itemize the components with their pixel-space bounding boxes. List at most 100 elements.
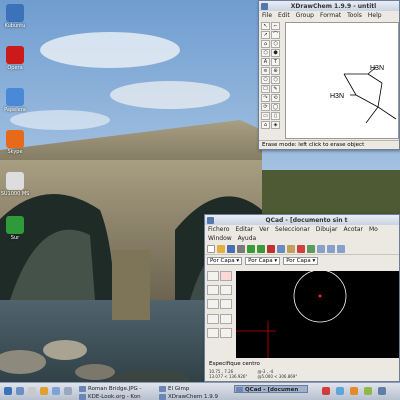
home-icon[interactable] — [16, 387, 24, 395]
circle-radius-icon[interactable] — [220, 299, 232, 310]
zoom-out-icon[interactable] — [327, 244, 335, 253]
menu-fichero[interactable]: Fichero — [205, 226, 232, 233]
color-select[interactable]: Por Capa ▾ — [207, 256, 243, 265]
menu-ayuda[interactable]: Ayuda — [235, 235, 260, 242]
tray-volume-icon[interactable] — [350, 387, 358, 395]
new-icon[interactable] — [207, 244, 215, 253]
app-icon — [261, 2, 268, 10]
tool-button[interactable]: ⌒ — [271, 31, 280, 39]
pen-icon[interactable] — [297, 244, 305, 253]
menu-acotar[interactable]: Acotar — [341, 226, 366, 233]
tool-button[interactable]: ⟳ — [261, 103, 270, 111]
menu-modificar[interactable]: Mo — [366, 226, 381, 233]
taskbar-button[interactable]: XDrawChem 1.9.9 — [158, 393, 232, 400]
menu-file[interactable]: File — [259, 12, 275, 19]
tool-button[interactable]: ◯ — [271, 103, 280, 111]
linewidth-select[interactable]: Por Capa ▾ — [283, 256, 319, 265]
menu-format[interactable]: Format — [317, 12, 344, 19]
tool-button[interactable]: ↷ — [261, 94, 270, 102]
menu-group[interactable]: Group — [293, 12, 317, 19]
circle-tangent-3-icon[interactable] — [207, 327, 219, 338]
menu-ver[interactable]: Ver — [256, 226, 272, 233]
tray-network-icon[interactable] — [336, 387, 344, 395]
desktop-icon-opera[interactable]: Opera — [1, 46, 29, 71]
circle-tangent-2-icon[interactable] — [220, 313, 232, 324]
tool-button[interactable]: ⬢ — [271, 49, 280, 57]
circle-tangent-icon[interactable] — [207, 299, 219, 310]
tool-button[interactable]: ⬡ — [261, 49, 270, 57]
circle-3p-icon[interactable] — [220, 285, 232, 296]
tool-button[interactable]: ☐ — [261, 85, 270, 93]
desktop-icon[interactable] — [28, 387, 36, 395]
desktop-icon-su1000-ms[interactable]: SU1000 MS — [1, 172, 29, 197]
circle-center-point-icon[interactable] — [220, 271, 232, 281]
redo-icon[interactable] — [257, 244, 265, 253]
tool-button[interactable]: ≋ — [261, 67, 270, 75]
tool-button[interactable]: ⌂ — [261, 121, 270, 129]
zoom-window-icon[interactable] — [337, 244, 345, 253]
tool-button[interactable]: ⬠ — [261, 76, 270, 84]
app-icon — [6, 172, 24, 190]
tray-update-icon[interactable] — [364, 387, 372, 395]
print-icon[interactable] — [237, 244, 245, 253]
tool-button[interactable]: ⬡ — [271, 76, 280, 84]
linetype-select[interactable]: Por Capa ▾ — [245, 256, 281, 265]
tool-button[interactable]: ✎ — [271, 85, 280, 93]
pager-2-icon[interactable] — [64, 387, 72, 395]
copy-icon[interactable] — [277, 244, 285, 253]
concentric-icon[interactable] — [207, 313, 219, 324]
cut-icon[interactable] — [267, 244, 275, 253]
tool-button[interactable]: ⬡ — [271, 40, 280, 48]
menu-editar[interactable]: Editar — [232, 226, 256, 233]
tool-button[interactable]: ▭ — [261, 112, 270, 120]
tray-app-icon[interactable] — [322, 387, 330, 395]
menu-help[interactable]: Help — [365, 12, 385, 19]
menu-window[interactable]: Window — [205, 235, 235, 242]
kmenu-icon[interactable] — [4, 387, 12, 395]
tool-button[interactable]: ↖ — [261, 22, 270, 30]
circle-2p-icon[interactable] — [207, 285, 219, 296]
tray-clock-icon[interactable] — [378, 387, 386, 395]
qcad-window[interactable]: QCad - [documento sin t Fichero Editar V… — [204, 214, 400, 382]
xdrawchem-window[interactable]: XDrawChem 1.9.9 - untitl File Edit Group… — [258, 0, 400, 150]
qcad-titlebar[interactable]: QCad - [documento sin t — [205, 215, 399, 225]
paste-icon[interactable] — [287, 244, 295, 253]
back-arrow-icon[interactable] — [207, 271, 219, 281]
desktop-icon-kubuntu[interactable]: Kubuntu — [1, 4, 29, 29]
taskbar-button[interactable]: QCad - [documen — [234, 385, 308, 393]
tool-button[interactable]: ▯ — [271, 112, 280, 120]
taskbar-button[interactable]: KDE-Look.org - Kon — [78, 393, 152, 400]
tool-button[interactable]: ⌐ — [271, 22, 280, 30]
tool-button[interactable]: A — [261, 58, 270, 66]
xdrawchem-canvas[interactable]: H3N H3N — [285, 22, 399, 139]
h3n-label-left: H3N — [330, 93, 344, 100]
tool-button[interactable]: ◈ — [271, 121, 280, 129]
open-icon[interactable] — [217, 244, 225, 253]
app-icon — [6, 4, 24, 22]
zoom-in-icon[interactable] — [317, 244, 325, 253]
undo-icon[interactable] — [247, 244, 255, 253]
command-line[interactable]: Especifique centro — [209, 359, 395, 368]
menu-tools[interactable]: Tools — [344, 12, 365, 19]
taskbar-button[interactable]: Roman Bridge.JPG - — [78, 385, 152, 393]
tool-button[interactable]: ↗ — [261, 31, 270, 39]
menu-dibujar[interactable]: Dibujar — [313, 226, 341, 233]
desktop-icon-skype[interactable]: Skype — [1, 130, 29, 155]
tool-button[interactable]: T — [271, 58, 280, 66]
desktop-icon-sur[interactable]: Sur — [1, 216, 29, 241]
qcad-drawing-canvas[interactable] — [236, 269, 399, 358]
desktop-icon-papelera[interactable]: Papelera — [1, 88, 29, 113]
circle-option-icon[interactable] — [220, 327, 232, 338]
app-icon — [6, 46, 24, 64]
tool-button[interactable]: ⌂ — [261, 40, 270, 48]
save-icon[interactable] — [227, 244, 235, 253]
konqueror-icon[interactable] — [40, 387, 48, 395]
xdrawchem-titlebar[interactable]: XDrawChem 1.9.9 - untitl — [259, 1, 399, 11]
menu-seleccionar[interactable]: Seleccionar — [272, 226, 313, 233]
tool-button[interactable]: ⊕ — [271, 67, 280, 75]
pager-icon[interactable] — [52, 387, 60, 395]
grid-icon[interactable] — [307, 244, 315, 253]
menu-edit[interactable]: Edit — [275, 12, 293, 19]
tool-button[interactable]: ⟲ — [271, 94, 280, 102]
taskbar-button[interactable]: El Gimp — [158, 385, 232, 393]
